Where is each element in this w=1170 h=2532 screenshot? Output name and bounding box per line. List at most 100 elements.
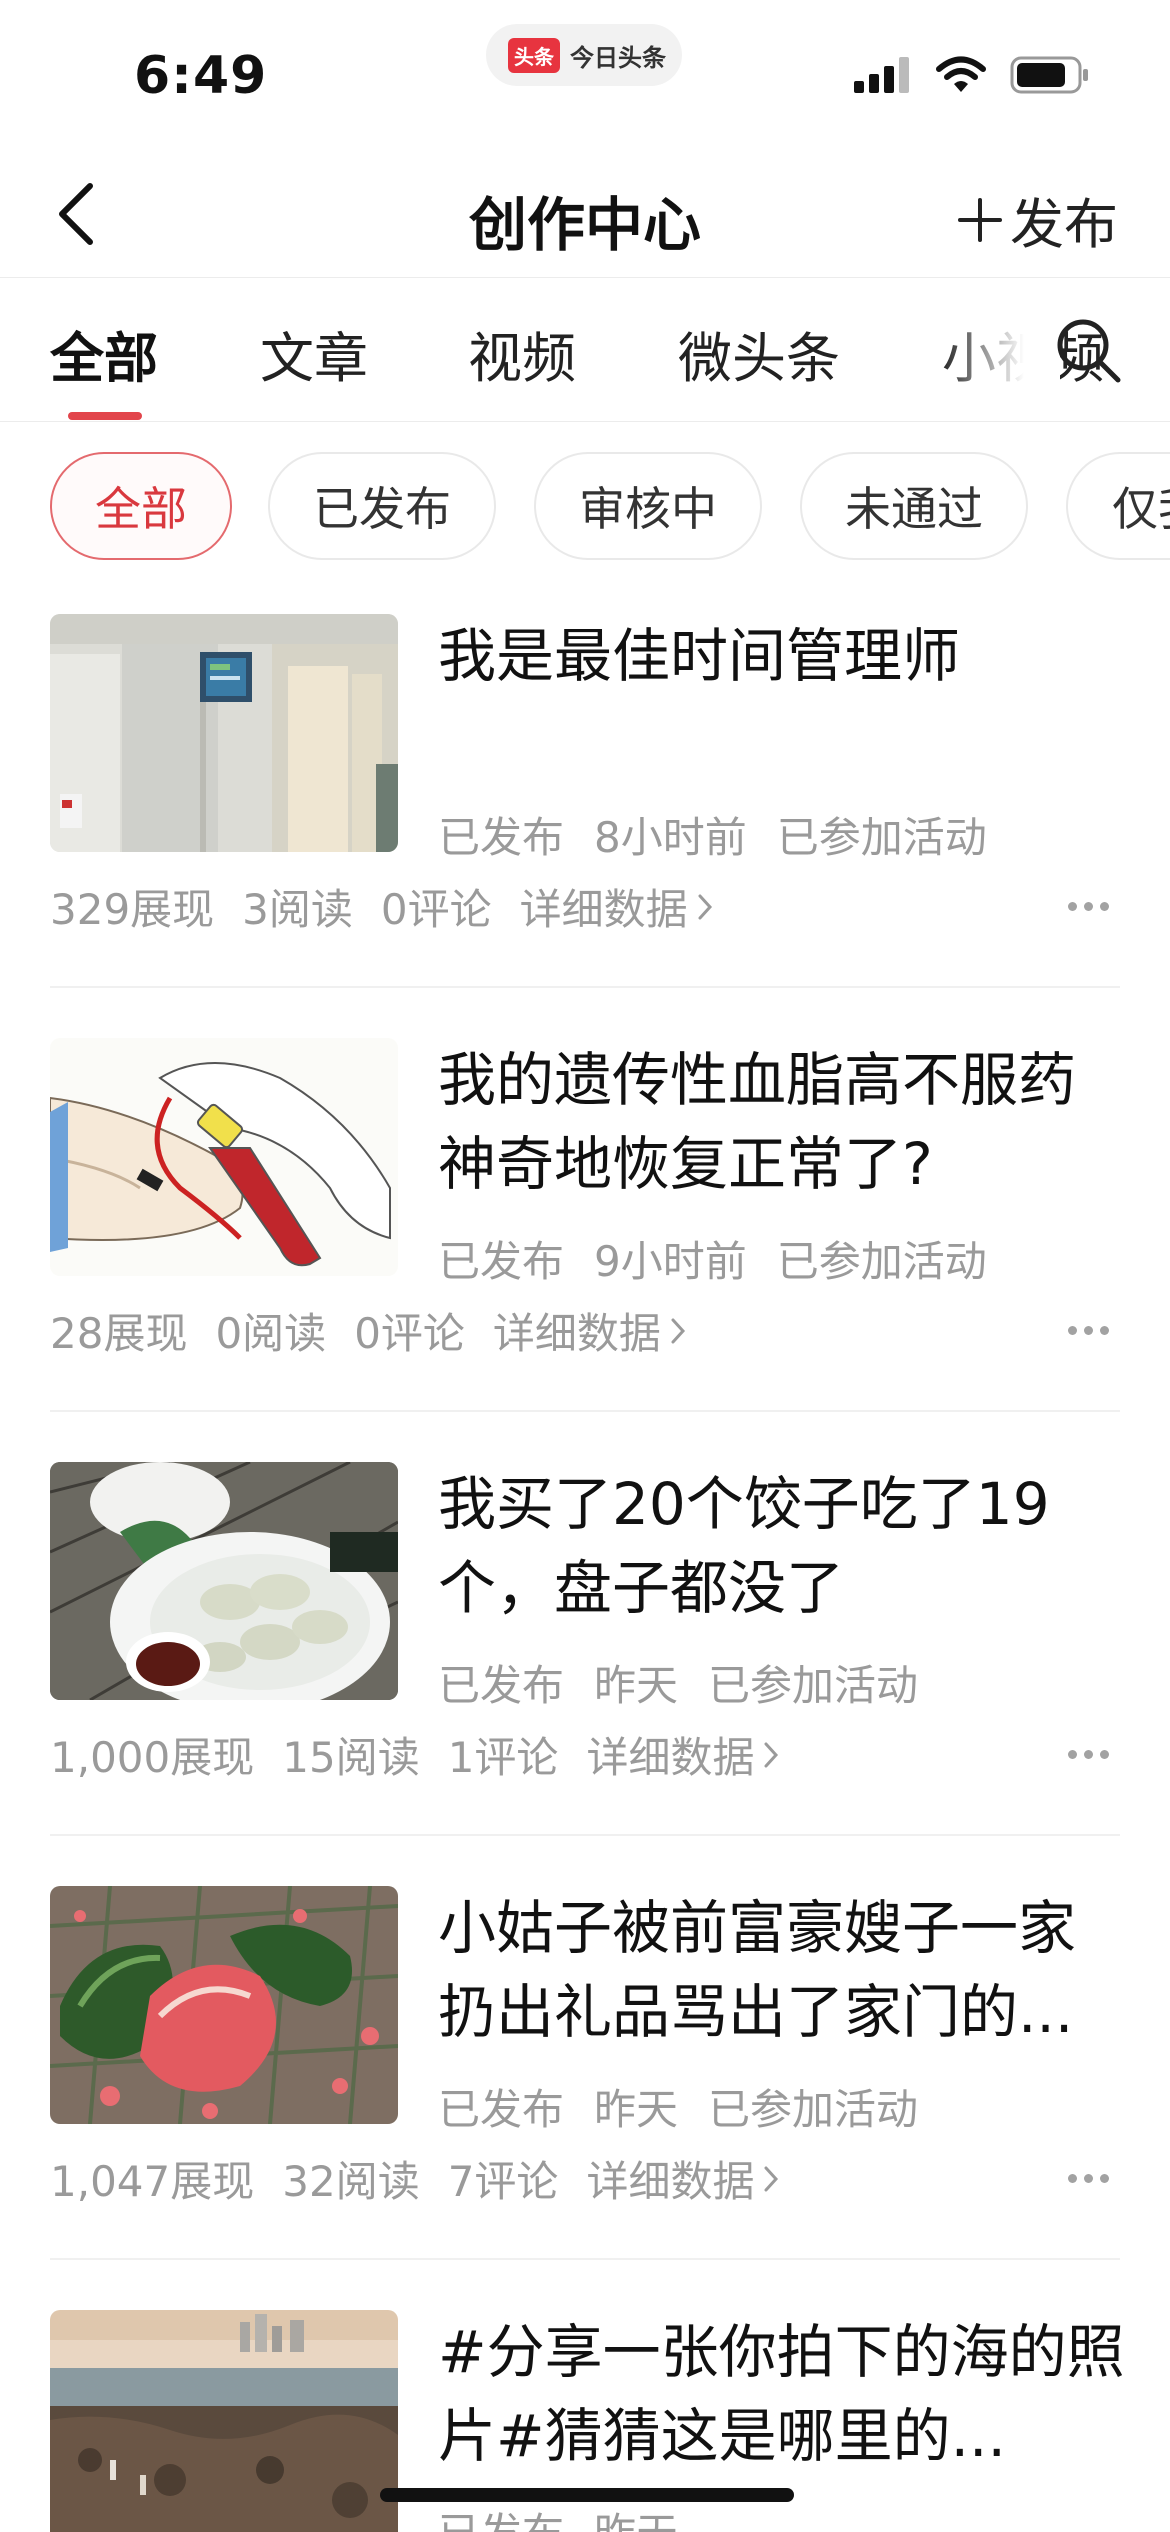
list-item[interactable]: 我买了20个饺子吃了19个，盘子都没了 已发布 昨天 已参加活动 1,000展现… bbox=[0, 1462, 1170, 1886]
dumplings-plate-photo-thumbnail bbox=[50, 1462, 398, 1700]
more-options-button[interactable] bbox=[1060, 878, 1116, 934]
list-item[interactable]: 我的遗传性血脂高不服药神奇地恢复正常了? 已发布 9小时前 已参加活动 28展现… bbox=[0, 1038, 1170, 1462]
content-type-tabs: 全部 文章 视频 微头条 小视频 bbox=[0, 278, 1170, 422]
item-thumbnail bbox=[50, 2310, 398, 2532]
detail-data-label: 详细数据 bbox=[586, 1733, 755, 1782]
chip-all[interactable]: 全部 bbox=[50, 452, 232, 560]
more-options-button[interactable] bbox=[1060, 1726, 1116, 1782]
item-views: 28展现 bbox=[50, 1309, 188, 1358]
item-reads: 3阅读 bbox=[242, 885, 353, 934]
detail-data-label: 详细数据 bbox=[492, 1309, 661, 1358]
item-time: 8小时前 bbox=[594, 813, 747, 862]
item-divider bbox=[50, 1410, 1120, 1412]
item-reads: 0阅读 bbox=[215, 1309, 327, 1358]
chevron-right-icon bbox=[764, 2166, 779, 2191]
battery-icon bbox=[1010, 56, 1090, 98]
toutiao-logo: 头条 bbox=[508, 37, 560, 73]
item-title[interactable]: 我买了20个饺子吃了19个，盘子都没了 bbox=[438, 1462, 1128, 1630]
item-comments: 0评论 bbox=[380, 885, 492, 934]
more-options-button[interactable] bbox=[1060, 2150, 1116, 2206]
detail-data-link[interactable]: 详细数据 bbox=[586, 1724, 780, 1785]
item-comments: 7评论 bbox=[447, 2157, 559, 2206]
tab-all[interactable]: 全部 bbox=[50, 314, 158, 393]
item-meta: 已发布 昨天 已参加活动 bbox=[438, 2076, 918, 2137]
status-bar: 6:49 头条 今日头条 bbox=[0, 0, 1170, 150]
detail-data-link[interactable]: 详细数据 bbox=[586, 2148, 780, 2209]
item-time: 9小时前 bbox=[594, 1237, 747, 1286]
item-title[interactable]: 我是最佳时间管理师 bbox=[438, 614, 1128, 782]
nav-bar: 创作中心 发布 bbox=[0, 150, 1170, 278]
item-divider bbox=[50, 986, 1120, 988]
item-stats: 28展现 0阅读 0评论 详细数据 bbox=[50, 1300, 687, 1361]
plus-icon bbox=[958, 197, 1002, 242]
item-views: 1,000展现 bbox=[50, 1733, 255, 1782]
tab-micro-posts[interactable]: 微头条 bbox=[678, 314, 840, 393]
item-activity: 已参加活动 bbox=[708, 2085, 919, 2134]
item-title[interactable]: 小姑子被前富豪嫂子一家扔出礼品骂出了家门的... bbox=[438, 1886, 1128, 2054]
item-meta: 已发布 昨天 已参加活动 bbox=[438, 1652, 918, 1713]
app-source-pill[interactable]: 头条 今日头条 bbox=[486, 24, 682, 86]
item-views: 329展现 bbox=[50, 885, 215, 934]
home-indicator[interactable] bbox=[380, 2488, 794, 2502]
tabs-fade-overlay bbox=[940, 278, 1060, 420]
item-status: 已发布 bbox=[438, 1237, 565, 1286]
wifi-icon bbox=[936, 56, 986, 98]
cellular-signal-icon bbox=[854, 57, 912, 97]
item-thumbnail bbox=[50, 1886, 398, 2124]
chip-private[interactable]: 仅我可见 bbox=[1066, 452, 1170, 560]
chip-published[interactable]: 已发布 bbox=[268, 452, 496, 560]
status-icons bbox=[854, 56, 1090, 98]
item-comments: 1评论 bbox=[447, 1733, 559, 1782]
chip-rejected[interactable]: 未通过 bbox=[800, 452, 1028, 560]
status-time: 6:49 bbox=[134, 46, 268, 106]
item-thumbnail bbox=[50, 614, 398, 852]
corridor-photo-thumbnail bbox=[50, 614, 398, 852]
detail-data-label: 详细数据 bbox=[519, 885, 688, 934]
item-activity: 已参加活动 bbox=[708, 1661, 919, 1710]
more-options-button[interactable] bbox=[1060, 1302, 1116, 1358]
item-status: 已发布 bbox=[438, 813, 565, 862]
item-activity: 已参加活动 bbox=[776, 813, 987, 862]
detail-data-link[interactable]: 详细数据 bbox=[493, 1300, 687, 1361]
item-activity: 已参加活动 bbox=[776, 1237, 987, 1286]
tab-articles[interactable]: 文章 bbox=[260, 314, 368, 393]
item-stats: 329展现 3阅读 0评论 详细数据 bbox=[50, 876, 714, 937]
detail-data-label: 详细数据 bbox=[586, 2157, 755, 2206]
item-divider bbox=[50, 2258, 1120, 2260]
item-reads: 15阅读 bbox=[282, 1733, 420, 1782]
item-status: 已发布 bbox=[438, 2085, 565, 2134]
blood-draw-illustration-thumbnail bbox=[50, 1038, 398, 1276]
search-icon bbox=[1057, 319, 1121, 383]
tab-videos[interactable]: 视频 bbox=[468, 314, 576, 393]
list-item[interactable]: 小姑子被前富豪嫂子一家扔出礼品骂出了家门的... 已发布 昨天 已参加活动 1,… bbox=[0, 1886, 1170, 2310]
active-tab-indicator bbox=[68, 412, 142, 420]
app-source-label: 今日头条 bbox=[570, 43, 666, 72]
status-filter-chips: 全部 已发布 审核中 未通过 仅我可见 bbox=[0, 452, 1170, 564]
item-meta: 已发布 昨天 bbox=[438, 2500, 678, 2532]
item-stats: 1,047展现 32阅读 7评论 详细数据 bbox=[50, 2148, 780, 2209]
item-thumbnail bbox=[50, 1038, 398, 1276]
publish-button[interactable]: 发布 bbox=[956, 180, 1118, 259]
chevron-right-icon bbox=[671, 1318, 685, 1343]
item-thumbnail bbox=[50, 1462, 398, 1700]
item-title[interactable]: #分享一张你拍下的海的照片#猜猜这是哪里的... bbox=[438, 2310, 1128, 2478]
detail-data-link[interactable]: 详细数据 bbox=[520, 876, 714, 937]
back-button[interactable] bbox=[44, 172, 108, 256]
item-status: 已发布 bbox=[438, 2500, 564, 2532]
item-reads: 32阅读 bbox=[282, 2157, 420, 2206]
list-item[interactable]: 我是最佳时间管理师 已发布 8小时前 已参加活动 329展现 3阅读 0评论 详… bbox=[0, 614, 1170, 1038]
chevron-right-icon bbox=[764, 1742, 779, 1767]
publish-label: 发布 bbox=[1010, 193, 1118, 256]
item-views: 1,047展现 bbox=[50, 2157, 255, 2206]
item-time: 昨天 bbox=[594, 1661, 679, 1710]
item-meta: 已发布 9小时前 已参加活动 bbox=[438, 1228, 987, 1289]
item-stats: 1,000展现 15阅读 1评论 详细数据 bbox=[50, 1724, 780, 1785]
item-meta: 已发布 8小时前 已参加活动 bbox=[438, 804, 987, 865]
item-title[interactable]: 我的遗传性血脂高不服药神奇地恢复正常了? bbox=[438, 1038, 1128, 1206]
smashed-watermelon-photo-thumbnail bbox=[50, 1886, 398, 2124]
chip-under-review[interactable]: 审核中 bbox=[534, 452, 762, 560]
item-time: 昨天 bbox=[594, 2500, 678, 2532]
item-time: 昨天 bbox=[594, 2085, 679, 2134]
item-comments: 0评论 bbox=[354, 1309, 465, 1358]
search-button[interactable] bbox=[1052, 314, 1124, 386]
